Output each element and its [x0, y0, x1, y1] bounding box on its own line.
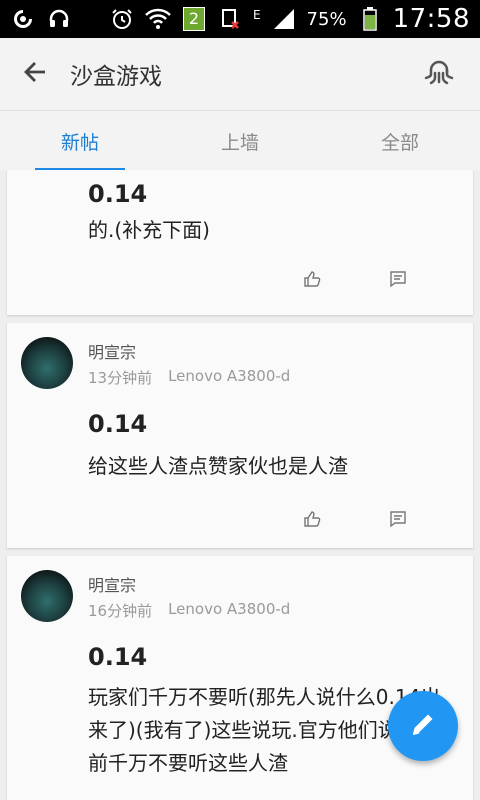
app-bar: 沙盒游戏 [0, 38, 480, 110]
post-meta: 13分钟前 Lenovo A3800-d [88, 367, 290, 388]
like-button[interactable] [301, 270, 323, 292]
post-card[interactable]: 明宣宗 16分钟前 Lenovo A3800-d 0.14 玩家们千万不要听(那… [7, 556, 473, 800]
tab-new-posts[interactable]: 新帖 [0, 111, 160, 171]
screen: 2 E 75% 17:58 沙盒游戏 新帖 上墙 全部 0.14 的.(补充下面… [0, 0, 480, 800]
post-device: Lenovo A3800-d [168, 600, 291, 618]
like-button[interactable] [301, 510, 323, 532]
status-bar: 2 E 75% 17:58 [0, 0, 480, 38]
comment-icon [389, 510, 407, 532]
post-card[interactable]: 明宣宗 13分钟前 Lenovo A3800-d 0.14 给这些人渣点赞家伙也… [7, 323, 473, 548]
author-name[interactable]: 明宣宗 [88, 339, 136, 363]
thumbs-up-icon [303, 510, 321, 532]
signal-icon [271, 6, 297, 32]
comment-icon [389, 270, 407, 292]
post-title: 0.14 [88, 643, 148, 671]
comment-button[interactable] [387, 510, 409, 532]
back-button[interactable] [0, 38, 70, 110]
post-time: 13分钟前 [88, 369, 153, 387]
status-right: 2 E 75% 17:58 [109, 4, 470, 34]
post-title: 0.14 [88, 180, 148, 208]
tab-label: 新帖 [60, 131, 99, 154]
battery-percent: 75% [306, 8, 347, 30]
compose-button[interactable] [388, 691, 458, 761]
avatar[interactable] [21, 570, 73, 622]
clock: 17:58 [392, 4, 470, 34]
post-body: 的.(补充下面) [88, 218, 210, 242]
tab-label: 全部 [380, 131, 419, 154]
arrow-left-icon [21, 58, 49, 90]
tab-label: 上墙 [220, 131, 259, 154]
network-type: E [252, 8, 261, 22]
post-device: Lenovo A3800-d [168, 367, 291, 385]
thumbs-up-icon [303, 270, 321, 292]
octopus-icon [422, 54, 456, 92]
post-meta: 16分钟前 Lenovo A3800-d [88, 600, 290, 621]
sim-badge-icon: 2 [181, 6, 207, 32]
post-title: 0.14 [88, 410, 148, 438]
page-title: 沙盒游戏 [70, 64, 162, 90]
wifi-icon [145, 6, 171, 32]
battery-icon [357, 6, 383, 32]
post-card[interactable]: 0.14 的.(补充下面) [7, 170, 473, 315]
sim-card-icon [217, 6, 243, 32]
avatar[interactable] [21, 337, 73, 389]
swirl-icon [10, 6, 36, 32]
alarm-icon [109, 6, 135, 32]
pencil-icon [408, 709, 438, 743]
status-left [10, 6, 72, 32]
octopus-button[interactable] [418, 52, 460, 94]
post-time: 16分钟前 [88, 602, 153, 620]
post-body: 给这些人渣点赞家伙也是人渣 [88, 454, 348, 478]
tab-bar: 新帖 上墙 全部 [0, 110, 480, 171]
comment-button[interactable] [387, 270, 409, 292]
sim-badge: 2 [182, 7, 205, 31]
headset-icon [46, 6, 72, 32]
tab-all[interactable]: 全部 [320, 111, 480, 171]
tab-on-wall[interactable]: 上墙 [160, 111, 320, 171]
author-name[interactable]: 明宣宗 [88, 572, 136, 596]
